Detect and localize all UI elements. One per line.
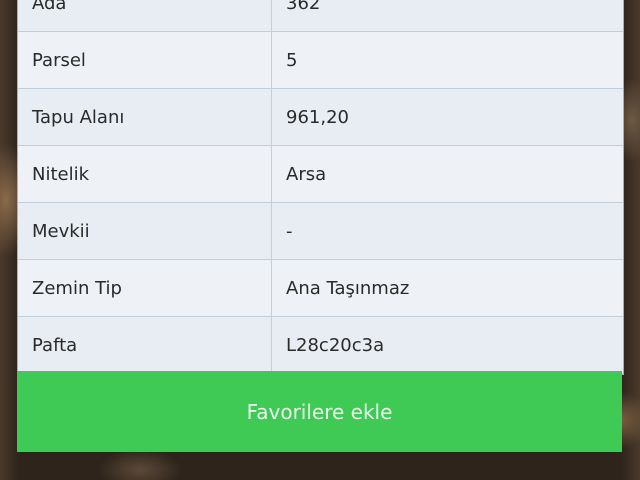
parcel-info-table: Ada 362 Parsel 5 Tapu Alanı 961,20 Nitel… bbox=[17, 0, 624, 375]
table-row: Pafta L28c20c3a bbox=[18, 317, 623, 374]
nitelik-label: Nitelik bbox=[18, 146, 272, 202]
table-row: Parsel 5 bbox=[18, 32, 623, 89]
table-row: Tapu Alanı 961,20 bbox=[18, 89, 623, 146]
table-row: Nitelik Arsa bbox=[18, 146, 623, 203]
ada-value: 362 bbox=[286, 0, 321, 14]
table-row: Zemin Tip Ana Taşınmaz bbox=[18, 260, 623, 317]
zemin-tip-label: Zemin Tip bbox=[18, 260, 272, 316]
table-row: Mevkii - bbox=[18, 203, 623, 260]
table-row: Ada 362 bbox=[18, 0, 623, 32]
pafta-label: Pafta bbox=[18, 317, 272, 373]
zemin-tip-value: Ana Taşınmaz bbox=[286, 277, 410, 299]
tapu-alani-value: 961,20 bbox=[286, 106, 349, 128]
parsel-value: 5 bbox=[286, 49, 298, 71]
nitelik-value: Arsa bbox=[286, 163, 327, 185]
mevkii-value: - bbox=[286, 220, 293, 242]
tapu-alani-label: Tapu Alanı bbox=[18, 89, 272, 145]
parsel-label: Parsel bbox=[18, 32, 272, 88]
pafta-value: L28c20c3a bbox=[286, 334, 385, 356]
ada-label: Ada bbox=[18, 0, 272, 31]
add-to-favorites-button[interactable]: Favorilere ekle bbox=[17, 371, 622, 452]
mevkii-label: Mevkii bbox=[18, 203, 272, 259]
